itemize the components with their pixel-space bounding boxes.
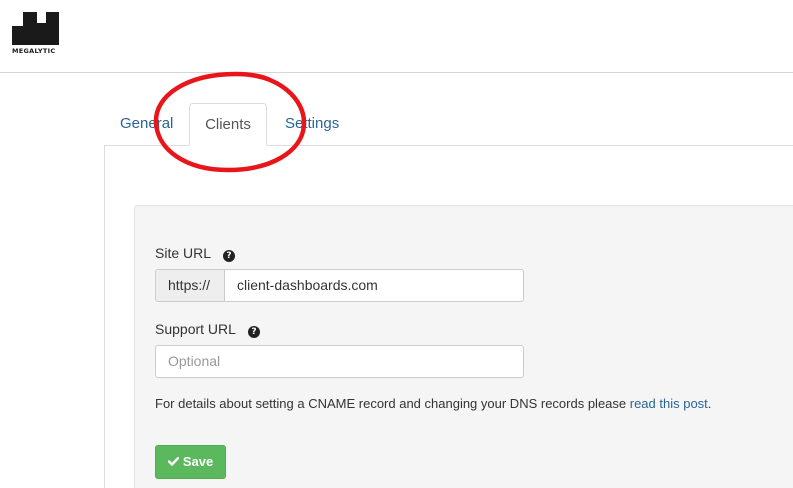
site-url-input[interactable]: client-dashboards.com xyxy=(225,269,524,302)
save-button[interactable]: Save xyxy=(155,445,226,479)
logo-mark xyxy=(12,12,60,45)
support-url-input[interactable]: Optional xyxy=(155,345,524,378)
check-icon xyxy=(167,446,180,478)
dns-help-text-body: For details about setting a CNAME record… xyxy=(155,396,630,411)
site-url-label-text: Site URL xyxy=(155,245,212,261)
support-url-label: Support URL? xyxy=(155,321,260,338)
app-header: MEGALYTIC xyxy=(0,0,793,73)
site-url-input-group: https:// client-dashboards.com xyxy=(155,269,524,302)
logo-text: MEGALYTIC xyxy=(12,47,56,55)
question-circle-icon[interactable]: ? xyxy=(247,326,260,338)
question-circle-icon[interactable]: ? xyxy=(223,250,236,262)
dns-help-text-suffix: . xyxy=(707,396,712,411)
site-url-label: Site URL? xyxy=(155,245,236,262)
read-this-post-link[interactable]: read this post xyxy=(630,396,708,411)
support-url-label-text: Support URL xyxy=(155,321,236,337)
tab-clients[interactable]: Clients xyxy=(189,103,267,146)
save-button-label: Save xyxy=(182,454,214,469)
page: MEGALYTIC General Clients Settings Site … xyxy=(0,0,793,488)
tab-settings[interactable]: Settings xyxy=(271,103,353,146)
site-url-prefix: https:// xyxy=(155,269,225,302)
logo-bar xyxy=(46,12,59,45)
dns-help-text: For details about setting a CNAME record… xyxy=(155,396,711,411)
tab-general[interactable]: General xyxy=(106,103,187,146)
megalytic-logo[interactable]: MEGALYTIC xyxy=(12,12,62,56)
tab-bar: General Clients Settings xyxy=(104,103,793,146)
